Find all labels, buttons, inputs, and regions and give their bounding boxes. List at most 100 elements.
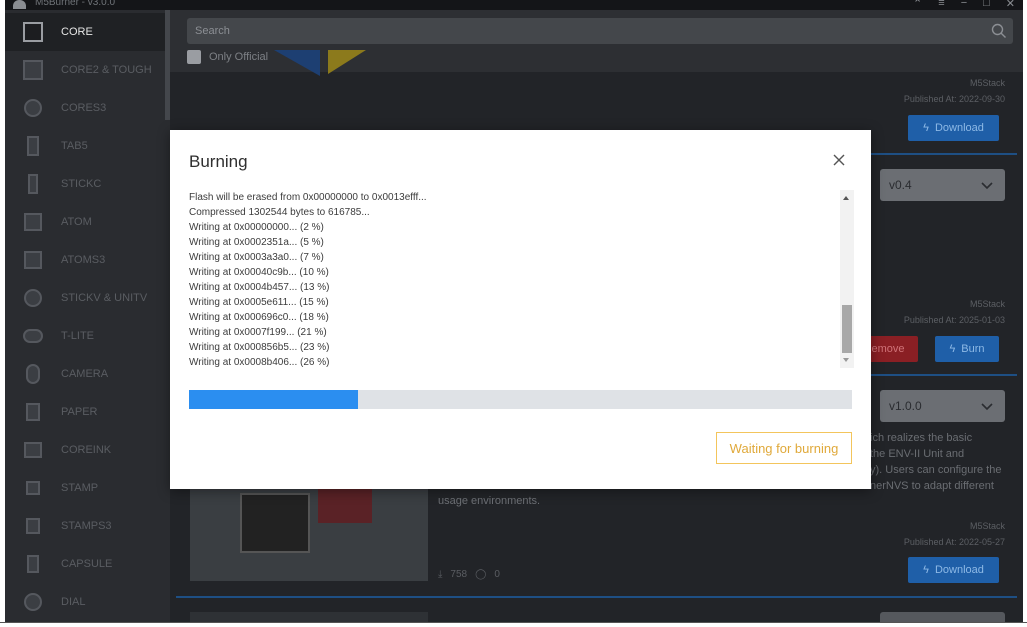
burn-log: Flash will be erased from 0x00000000 to … <box>189 190 854 368</box>
stamp-device-icon <box>22 477 44 499</box>
sidebar-item-label: CORE <box>61 26 93 38</box>
card-published-date: Published At: 2022-09-30 <box>903 94 1005 104</box>
card-author: M5Stack <box>969 299 1005 309</box>
sidebar-item-label: ATOM <box>61 216 92 228</box>
log-line: Writing at 0x0007f199... (21 %) <box>189 327 327 338</box>
sidebar-item-capsule[interactable]: CAPSULE <box>5 545 165 583</box>
sidebar-item-core[interactable]: CORE <box>5 13 165 51</box>
card-meta: M5Stack Published At: 2025-01-03 <box>904 296 1005 328</box>
menu-icon[interactable]: ≡ <box>938 0 944 10</box>
close-icon[interactable] <box>831 152 847 168</box>
stickv-device-icon <box>22 287 44 309</box>
tab5-device-icon <box>22 135 44 157</box>
card-stats: ⤓ 758 ◯ 0 <box>438 569 500 580</box>
search-input[interactable] <box>195 18 975 44</box>
log-scroll-thumb[interactable] <box>842 305 852 353</box>
stamps3-device-icon <box>22 515 44 537</box>
camera-device-icon <box>22 363 44 385</box>
sidebar-item-label: CORE2 & TOUGH <box>61 64 152 76</box>
log-line: Writing at 0x000856b5... (23 %) <box>189 342 330 353</box>
app-title: M5Burner - v3.0.0 <box>35 0 116 8</box>
card-meta: M5Stack Published At: 2022-09-30 <box>904 75 1005 107</box>
download-count-icon: ⤓ <box>438 569 443 580</box>
sidebar-item-label: TAB5 <box>61 140 88 152</box>
sidebar-item-atom[interactable]: ATOM <box>5 203 165 241</box>
scroll-up-arrow-icon[interactable] <box>843 196 849 200</box>
dial-device-icon <box>22 591 44 613</box>
firmware-thumbnail <box>190 612 428 622</box>
sidebar-item-label: STICKC <box>61 178 102 190</box>
firmware-thumbnail <box>190 489 428 581</box>
burn-button-label: Burn <box>961 343 985 355</box>
log-line: Writing at 0x0008b406... (26 %) <box>189 357 330 368</box>
device-photo-image <box>318 489 372 523</box>
app-window: M5Burner - v3.0.0 ⌃ ≡ − □ ✕ CORE CORE2 &… <box>5 0 1023 622</box>
sidebar-item-stickv[interactable]: STICKV & UNITV <box>5 279 165 317</box>
core2-device-icon <box>22 59 44 81</box>
burn-log-lines: Flash will be erased from 0x00000000 to … <box>189 190 834 368</box>
firmware-logo-icon <box>274 50 366 76</box>
version-select-value: v1.0.0 <box>889 399 922 413</box>
collapse-icon[interactable]: ⌃ <box>913 0 922 10</box>
log-line: Writing at 0x0002351a... (5 %) <box>189 237 324 248</box>
minimize-icon[interactable]: − <box>961 0 967 10</box>
close-window-icon[interactable]: ✕ <box>1006 0 1015 10</box>
sidebar-item-cores3[interactable]: CORES3 <box>5 89 165 127</box>
device-screen-image <box>240 493 310 553</box>
log-line: Flash will be erased from 0x00000000 to … <box>189 192 427 203</box>
version-select[interactable]: v0.4 <box>880 169 1005 201</box>
core-device-icon <box>22 21 44 43</box>
log-line: Writing at 0x00000000... (2 %) <box>189 222 324 233</box>
comment-icon: ◯ <box>475 569 487 580</box>
sidebar-item-coreink[interactable]: COREINK <box>5 431 165 469</box>
log-line: Writing at 0x00040c9b... (10 %) <box>189 267 329 278</box>
sidebar-item-stickc[interactable]: STICKC <box>5 165 165 203</box>
sidebar-item-stamp[interactable]: STAMP <box>5 469 165 507</box>
log-line: Writing at 0x0003a3a0... (7 %) <box>189 252 324 263</box>
description-line: y). Users can configure the <box>870 464 1002 476</box>
window-bottom-edge <box>0 622 1027 623</box>
card-description: ich realizes the basic the ENV-II Unit a… <box>870 430 1001 494</box>
version-select-value: v0.4 <box>889 178 912 192</box>
chevron-down-icon <box>981 403 993 411</box>
stickc-device-icon <box>22 173 44 195</box>
maximize-icon[interactable]: □ <box>983 0 990 10</box>
sidebar-item-label: ATOMS3 <box>61 254 106 266</box>
description-line: ich realizes the basic <box>870 432 973 444</box>
waiting-for-burning-button[interactable]: Waiting for burning <box>716 432 852 464</box>
sidebar-item-tlite[interactable]: T-LITE <box>5 317 165 355</box>
scroll-down-arrow-icon[interactable] <box>843 358 849 362</box>
sidebar-item-tab5[interactable]: TAB5 <box>5 127 165 165</box>
sidebar-item-label: STICKV & UNITV <box>61 292 148 304</box>
sidebar-item-atoms3[interactable]: ATOMS3 <box>5 241 165 279</box>
version-select[interactable]: v1.0.0 <box>880 390 1005 422</box>
card-author: M5Stack <box>969 78 1005 88</box>
sidebar-item-label: COREINK <box>61 444 112 456</box>
burn-button[interactable]: ϟ Burn <box>935 336 999 362</box>
search-icon[interactable] <box>991 23 1007 39</box>
dialog-title: Burning <box>189 152 248 171</box>
card-meta: M5Stack Published At: 2022-05-27 <box>904 518 1005 550</box>
lightning-icon: ϟ <box>923 122 929 134</box>
log-scrollbar[interactable] <box>840 190 854 368</box>
description-line: the ENV-II Unit and <box>870 448 965 460</box>
burning-dialog: Burning Flash will be erased from 0x0000… <box>170 130 871 489</box>
download-button[interactable]: ϟ Download <box>908 557 999 583</box>
card-author: M5Stack <box>969 521 1005 531</box>
sidebar-item-dial[interactable]: DIAL <box>5 583 165 621</box>
download-button-label: Download <box>934 122 984 134</box>
sidebar-item-camera[interactable]: CAMERA <box>5 355 165 393</box>
sidebar-item-paper[interactable]: PAPER <box>5 393 165 431</box>
app-logo-icon <box>13 0 26 9</box>
sidebar-item-label: DIAL <box>61 596 86 608</box>
tlite-device-icon <box>22 325 44 347</box>
version-select[interactable] <box>880 612 1005 622</box>
log-line: Compressed 1302544 bytes to 616785... <box>189 207 370 218</box>
sidebar-item-core2[interactable]: CORE2 & TOUGH <box>5 51 165 89</box>
title-bar: M5Burner - v3.0.0 ⌃ ≡ − □ ✕ <box>5 0 1023 10</box>
firmware-thumbnail <box>190 50 430 80</box>
sidebar-item-stamps3[interactable]: STAMPS3 <box>5 507 165 545</box>
cores3-device-icon <box>22 97 44 119</box>
sidebar-item-label: CORES3 <box>61 102 107 114</box>
download-button[interactable]: ϟ Download <box>908 115 999 141</box>
